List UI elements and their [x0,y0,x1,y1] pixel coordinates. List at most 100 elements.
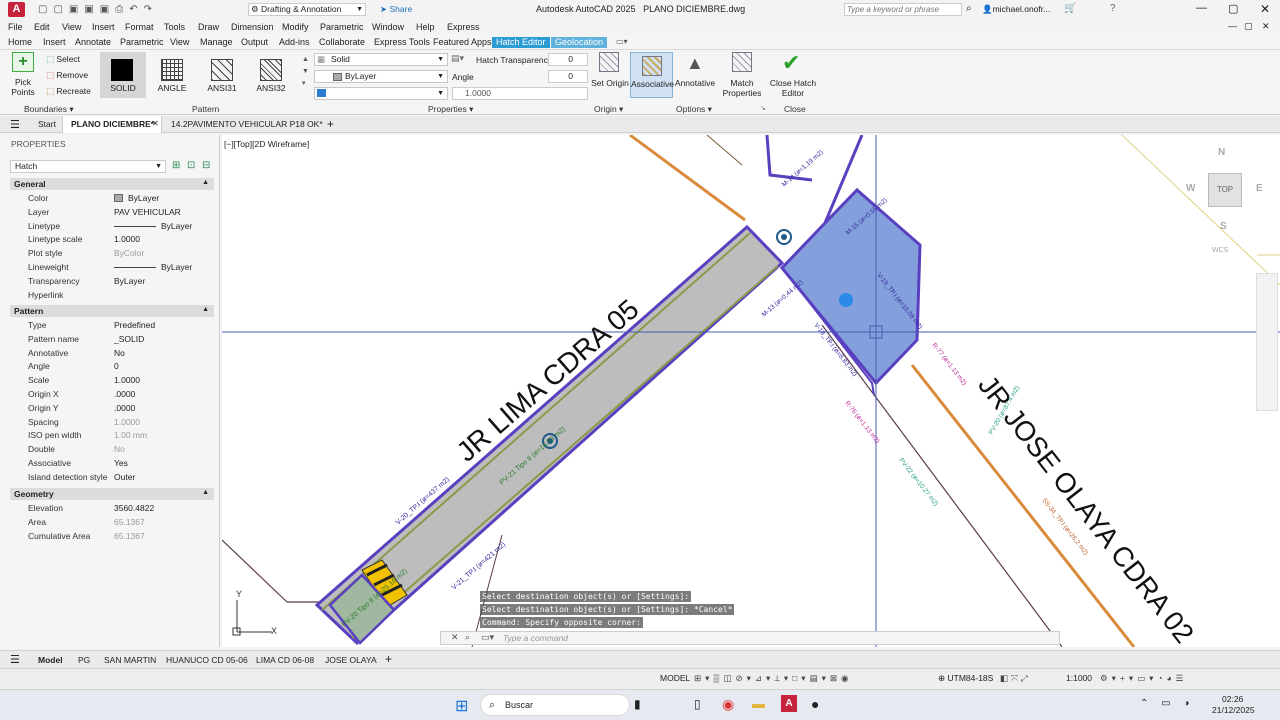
pattern-angle[interactable]: ANGLE [150,52,194,98]
navigation-bar[interactable] [1256,273,1278,411]
property-row[interactable]: Elevation 3560.4822 [0,501,214,515]
select-objects-icon[interactable]: ⊡ [187,160,195,171]
viewcube-west[interactable]: W [1186,183,1195,194]
menu-format[interactable]: Format [125,22,154,32]
chrome-icon[interactable]: ◉ [722,696,734,713]
close-doc-button[interactable]: ✕ [1262,21,1270,32]
section-general[interactable]: General ▲ [10,178,214,190]
windows-start-icon[interactable]: ⊞ [455,696,468,716]
annotative-button[interactable]: ▲ Annotative [674,52,716,98]
background-color-dropdown[interactable]: ▼ [314,87,448,100]
property-row[interactable]: Spacing 1.0000 [0,415,214,429]
property-row[interactable]: Linetype ByLayer [0,219,214,233]
drafting-toggles-icon[interactable]: ⊞▾▒◫⊘▾⊿▾⟂▾□▾▤▾⊠◉ [694,673,852,684]
menu-help[interactable]: Help [416,22,435,32]
workspace-toggles-icon[interactable]: ⚙▾+▾▭▾◔◕☰ [1100,673,1187,684]
close-hatch-editor-button[interactable]: ✔ Close Hatch Editor [768,52,818,99]
cart-icon[interactable]: 🛒 [1064,3,1076,14]
layout-tab-lima[interactable]: LIMA CD 06-08 [256,655,314,665]
property-row[interactable]: Area 65.1367 [0,515,214,529]
quick-select-icon[interactable]: ⊟ [202,160,210,171]
properties-group-label[interactable]: Properties ▾ [428,104,473,115]
property-row[interactable]: Island detection style Outer [0,470,214,484]
doc-tab-plano-diciembre[interactable]: PLANO DICIEMBRE* ✕ [62,116,162,133]
app-icon-tool[interactable]: ▯ [694,697,701,711]
help-icon[interactable]: ? [1110,3,1116,14]
property-row[interactable]: Type Predefined [0,318,214,332]
property-row[interactable]: Transparency ByLayer [0,274,214,288]
menu-view[interactable]: View [62,22,81,32]
section-pattern[interactable]: Pattern ▲ [10,305,214,317]
hamburger-menu-icon[interactable]: ☰ [10,118,20,131]
layout-tab-huanuco[interactable]: HUANUCO CD 05-06 [166,655,248,665]
origin-group-label[interactable]: Origin ▾ [594,104,623,115]
property-row[interactable]: Linetype scale 1.0000 [0,232,214,246]
menu-file[interactable]: File [8,22,23,32]
hatch-type-dropdown[interactable]: ▦ Solid ▼ [314,53,448,66]
layout-tab-model[interactable]: Model [38,655,63,665]
menu-express[interactable]: Express [447,22,480,32]
maximize-button[interactable]: ▢ [1228,2,1238,15]
property-row[interactable]: Layer PAV VEHICULAR [0,205,214,219]
menu-tools[interactable]: Tools [164,22,185,32]
workspace-dropdown[interactable]: ⚙ Drafting & Annotation ▼ [248,3,366,16]
property-row[interactable]: Double No [0,442,214,456]
customize-icon[interactable]: ⌕ [465,632,470,643]
menu-dimension[interactable]: Dimension [231,22,274,32]
tab-home[interactable]: Home [4,37,36,48]
coordinate-system-status[interactable]: ⊕ UTM84-18S [938,673,993,684]
annotation-scale-dropdown[interactable]: 1:1000 [1066,673,1092,683]
close-command-line-icon[interactable]: ✕ [451,632,459,643]
tab-manage[interactable]: Manage [196,37,237,48]
set-origin-button[interactable]: Set Origin [591,52,629,98]
pattern-solid[interactable]: SOLID [100,52,146,98]
property-row[interactable]: Associative Yes [0,456,214,470]
doc-tab-start[interactable]: Start [38,119,56,129]
hatch-grip[interactable] [839,293,853,307]
search-box[interactable]: Type a keyword or phrase [844,3,962,16]
close-tab-icon[interactable]: ✕ [152,119,159,128]
tab-collaborate[interactable]: Collaborate [315,37,369,48]
property-row[interactable]: Angle 0 [0,359,214,373]
tab-parametric[interactable]: Parametric [116,37,168,48]
viewcube-top-face[interactable]: TOP [1208,173,1242,207]
viewcube-south[interactable]: S [1220,221,1227,232]
property-row[interactable]: Hyperlink [0,288,214,302]
boundaries-group-label[interactable]: Boundaries ▾ [24,104,74,115]
property-row[interactable]: Lineweight ByLayer [0,260,214,274]
tab-express-tools[interactable]: Express Tools [370,37,434,48]
hatch-scale-field[interactable]: 1.0000 [452,87,588,100]
options-group-label[interactable]: Options ▾ [676,104,712,115]
minimize-button[interactable]: — [1196,2,1207,14]
annotation-toggles-icon[interactable]: ◧⤧⤢ [1000,673,1031,684]
property-row[interactable]: Cumulative Area 65.1367 [0,529,214,543]
new-layout-icon[interactable]: + [385,652,392,666]
ribbon-toggle-icon[interactable]: ▭▾ [616,37,628,46]
hatch-color-dropdown[interactable]: ByLayer ▼ [314,70,448,83]
tab-geolocation[interactable]: Geolocation [551,37,608,48]
property-row[interactable]: ISO pen width 1.00 mm [0,428,214,442]
drawing-canvas[interactable]: JR LIMA CDRA 05 JR JOSE OLAYA CDRA 02 V-… [222,135,1280,647]
user-account[interactable]: 👤michael.onofr... [982,4,1050,15]
match-properties-button[interactable]: Match Properties [720,52,764,98]
associative-toggle[interactable]: Associative [630,52,674,98]
pattern-ansi31[interactable]: ANSI31 [200,52,244,98]
menu-edit[interactable]: Edit [34,22,50,32]
autocad-taskbar-icon[interactable]: A [781,695,797,712]
property-row[interactable]: Pattern name _SOLID [0,332,214,346]
remove-boundary-button[interactable]: ⬚ Remove [46,70,88,81]
hatch-angle-field[interactable]: 0 [548,70,588,83]
file-explorer-icon[interactable]: ▬ [752,696,765,711]
viewcube[interactable]: N W TOP E S WCS [1180,143,1270,263]
clock-date[interactable]: 21/12/2025 [1212,705,1255,715]
property-row[interactable]: Origin X .0000 [0,387,214,401]
menu-window[interactable]: Window [372,22,404,32]
tab-output[interactable]: Output [237,37,272,48]
system-tray-icons[interactable]: ⌃ ▭ ◑ [1140,698,1194,709]
close-window-button[interactable]: ✕ [1260,2,1270,16]
command-input-bar[interactable]: ✕ ⌕ ▭▾ Type a command [440,631,1060,645]
object-type-dropdown[interactable]: Hatch ▼ [10,160,166,173]
selected-hatch[interactable] [779,187,922,386]
section-geometry[interactable]: Geometry ▲ [10,488,214,500]
menu-insert[interactable]: Insert [92,22,115,32]
